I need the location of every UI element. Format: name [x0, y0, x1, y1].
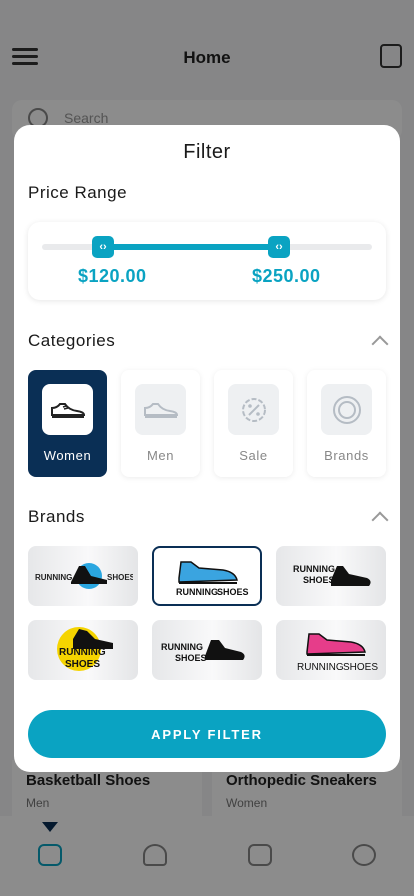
apply-filter-button[interactable]: APPLY FILTER	[28, 710, 386, 758]
discount-badge-icon	[228, 384, 279, 435]
running-shoes-logo-5: RUNNING SHOES	[161, 640, 245, 663]
brand-logo-word: SHOES	[343, 662, 378, 673]
brand-logo-word: SHOES	[217, 587, 249, 597]
price-range-title: Price Range	[28, 183, 128, 202]
brand-logo-5[interactable]: RUNNING SHOES	[152, 620, 262, 680]
category-label: Men	[146, 448, 175, 463]
running-shoes-logo-6: RUNNING SHOES	[297, 633, 378, 673]
brand-logo-word: RUNNING	[161, 642, 203, 652]
running-shoes-logo-3: RUNNING SHOES	[293, 564, 371, 586]
brand-logo-2[interactable]: RUNNING SHOES	[152, 546, 262, 606]
brand-logo-4[interactable]: RUNNING SHOES	[28, 620, 138, 680]
category-sale[interactable]: Sale	[214, 370, 293, 477]
brand-logo-word: RUNNING	[297, 662, 344, 673]
brand-logo-3[interactable]: RUNNING SHOES	[276, 546, 386, 606]
modal-title: Filter	[183, 141, 231, 163]
brand-logo-6[interactable]: RUNNING SHOES	[276, 620, 386, 680]
category-brands[interactable]: Brands	[307, 370, 386, 477]
running-shoes-logo-4: RUNNING SHOES	[57, 627, 113, 671]
category-label: Sale	[239, 448, 268, 463]
sneaker-icon	[42, 384, 93, 435]
category-men[interactable]: Men	[121, 370, 200, 477]
brand-logo-word: SHOES	[65, 659, 100, 670]
price-slider-fill	[103, 244, 279, 250]
category-label: Brands	[324, 448, 369, 463]
price-max-value: $250.00	[252, 266, 321, 286]
price-min-handle[interactable]: ‹›	[92, 236, 114, 258]
brand-logo-word: SHOES	[107, 573, 133, 582]
running-shoes-logo-1: RUNNING SHOES	[35, 563, 133, 589]
brand-logo-word: RUNNING	[59, 647, 106, 658]
chevron-up-icon[interactable]	[371, 335, 389, 353]
brand-logo-word: SHOES	[175, 653, 207, 663]
brand-logo-word: SHOES	[303, 575, 335, 585]
brand-logo-word: RUNNING	[35, 573, 72, 582]
brand-logo-word: RUNNING	[293, 564, 335, 574]
running-shoes-logo-2: RUNNING SHOES	[176, 561, 249, 597]
categories-title: Categories	[28, 331, 116, 350]
brands-title: Brands	[28, 507, 85, 526]
price-range-card: ‹› ‹› $120.00 $250.00	[28, 222, 386, 300]
sneaker-outline-icon	[135, 384, 186, 435]
category-women[interactable]: Women	[28, 370, 107, 477]
chevron-up-icon[interactable]	[371, 511, 389, 529]
price-max-handle[interactable]: ‹›	[268, 236, 290, 258]
filter-modal: Filter Price Range ‹› ‹› $120.00 $250.00…	[14, 125, 400, 772]
brand-logo-word: RUNNING	[176, 587, 218, 597]
category-label: Women	[43, 448, 92, 463]
brand-logo-1[interactable]: RUNNING SHOES	[28, 546, 138, 606]
ring-icon	[321, 384, 372, 435]
price-min-value: $120.00	[78, 266, 147, 286]
